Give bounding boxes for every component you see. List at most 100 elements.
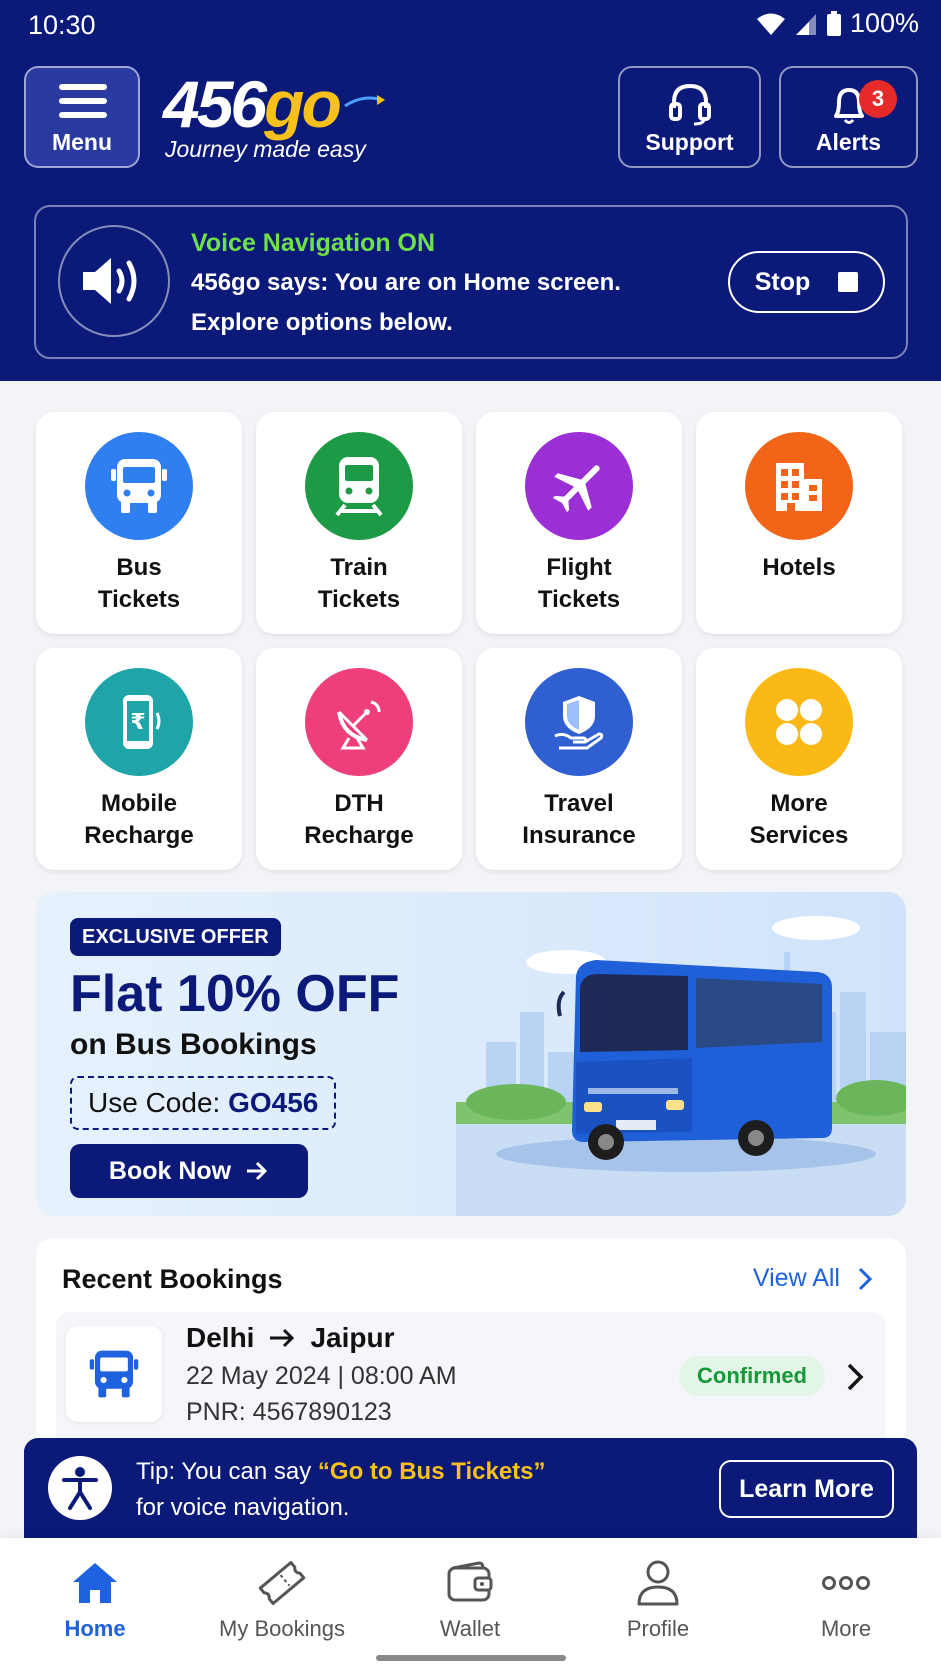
chevron-right-icon xyxy=(858,1267,872,1290)
nav-label: Wallet xyxy=(439,1616,501,1641)
voice-navigation-card: Voice Navigation ON 456go says: You are … xyxy=(34,205,908,359)
service-more-services[interactable]: More Services xyxy=(696,648,902,870)
service-label: Services xyxy=(749,822,849,849)
route-from: Delhi xyxy=(186,1322,255,1353)
bottom-navigation: Home My Bookings Wallet Profile More xyxy=(0,1538,941,1672)
home-indicator[interactable] xyxy=(376,1655,566,1661)
book-now-label: Book Now xyxy=(108,1156,232,1185)
service-bus-tickets[interactable]: Bus Tickets xyxy=(36,412,242,634)
support-button[interactable]: Support xyxy=(618,66,761,168)
booking-datetime: 22 May 2024 | 08:00 AM xyxy=(186,1362,457,1390)
view-all-label: View All xyxy=(752,1264,840,1292)
mobile-recharge-icon: ₹ xyxy=(85,668,193,776)
battery-level: 100% xyxy=(849,8,919,38)
service-mobile-recharge[interactable]: ₹ Mobile Recharge xyxy=(36,648,242,870)
more-dots-icon xyxy=(766,1556,926,1610)
service-hotels[interactable]: Hotels xyxy=(696,412,902,634)
bus-illustration xyxy=(456,916,906,1216)
nav-more[interactable]: More xyxy=(766,1556,926,1642)
stop-icon xyxy=(838,272,859,292)
status-badge: Confirmed xyxy=(679,1356,825,1396)
battery-icon xyxy=(826,10,842,37)
nav-label: Profile xyxy=(626,1616,690,1641)
section-title: Recent Bookings xyxy=(62,1264,283,1294)
service-label: Travel xyxy=(544,790,614,817)
service-label: Tickets xyxy=(537,586,621,613)
hotel-icon xyxy=(745,432,853,540)
offer-subtitle: on Bus Bookings xyxy=(70,1028,317,1061)
nav-wallet[interactable]: Wallet xyxy=(390,1556,550,1642)
arrow-right-icon xyxy=(247,1161,268,1181)
voice-status-title: Voice Navigation ON xyxy=(191,229,436,257)
status-time: 10:30 xyxy=(28,10,96,40)
nav-label: Home xyxy=(64,1616,126,1641)
alerts-button[interactable]: 3 Alerts xyxy=(779,66,918,168)
tip-text-line1: Tip: You can say “Go to Bus Tickets” xyxy=(136,1458,546,1486)
service-label: Insurance xyxy=(522,822,636,849)
bus-icon xyxy=(66,1326,162,1422)
profile-icon xyxy=(578,1556,738,1610)
service-label: Recharge xyxy=(304,822,414,849)
status-bar: 10:30 100% xyxy=(0,0,941,50)
tip-text-line2: for voice navigation. xyxy=(136,1494,350,1521)
status-icons: 100% xyxy=(756,8,919,39)
offer-banner[interactable]: EXCLUSIVE OFFER Flat 10% OFF on Bus Book… xyxy=(36,892,906,1216)
promo-code: Use Code: GO456 xyxy=(70,1076,337,1130)
nav-home[interactable]: Home xyxy=(15,1556,175,1642)
menu-label: Menu xyxy=(51,129,113,155)
service-travel-insurance[interactable]: Travel Insurance xyxy=(476,648,682,870)
logo-swoosh-icon xyxy=(344,95,385,108)
signal-icon xyxy=(794,12,818,36)
insurance-shield-icon xyxy=(525,668,633,776)
offer-title: Flat 10% OFF xyxy=(70,965,400,1023)
nav-label: My Bookings xyxy=(219,1616,345,1641)
offer-tag: EXCLUSIVE OFFER xyxy=(70,918,281,956)
bus-icon xyxy=(85,432,193,540)
voice-message-line1: 456go says: You are on Home screen. xyxy=(191,269,621,296)
service-flight-tickets[interactable]: Flight Tickets xyxy=(476,412,682,634)
promo-code-value: GO456 xyxy=(228,1087,319,1118)
tip-phrase: “Go to Bus Tickets” xyxy=(317,1458,546,1485)
book-now-button[interactable]: Book Now xyxy=(70,1144,308,1198)
view-all-link[interactable]: View All xyxy=(753,1264,872,1293)
learn-more-button[interactable]: Learn More xyxy=(719,1460,894,1518)
logo-tagline: Journey made easy xyxy=(165,136,366,162)
logo-text-accent: go xyxy=(264,67,342,141)
alerts-label: Alerts xyxy=(815,129,882,155)
voice-tip-banner: Tip: You can say “Go to Bus Tickets” for… xyxy=(24,1438,917,1538)
booking-pnr: PNR: 4567890123 xyxy=(186,1398,392,1426)
menu-button[interactable]: Menu xyxy=(24,66,140,168)
arrow-right-icon xyxy=(270,1328,295,1348)
satellite-dish-icon xyxy=(305,668,413,776)
alerts-count-badge: 3 xyxy=(859,80,897,118)
service-label: Hotels xyxy=(762,554,836,581)
chevron-right-icon xyxy=(847,1363,864,1391)
wifi-icon xyxy=(756,12,786,36)
service-label: Bus xyxy=(116,554,162,581)
support-label: Support xyxy=(645,129,734,155)
service-label: Recharge xyxy=(84,822,194,849)
service-label: DTH xyxy=(334,790,384,817)
svg-text:₹: ₹ xyxy=(130,710,145,735)
service-label: Train xyxy=(330,554,388,581)
stop-voice-button[interactable]: Stop xyxy=(728,251,885,313)
speaker-icon xyxy=(58,225,170,337)
app-logo: 456go Journey made easy xyxy=(163,66,413,166)
service-label: More xyxy=(770,790,828,817)
booking-route: Delhi Jaipur xyxy=(186,1322,395,1354)
nav-profile[interactable]: Profile xyxy=(578,1556,738,1642)
hamburger-icon xyxy=(59,84,107,126)
wallet-icon xyxy=(390,1556,550,1610)
service-dth-recharge[interactable]: DTH Recharge xyxy=(256,648,462,870)
recent-bookings-section: Recent Bookings View All Delhi Jaipur 22… xyxy=(36,1238,906,1472)
service-label: Mobile xyxy=(101,790,177,817)
service-label: Tickets xyxy=(317,586,401,613)
promo-code-prefix: Use Code: xyxy=(88,1087,229,1118)
service-label: Flight xyxy=(546,554,612,581)
route-to: Jaipur xyxy=(310,1322,395,1353)
logo-text: 456 xyxy=(163,67,267,141)
service-train-tickets[interactable]: Train Tickets xyxy=(256,412,462,634)
nav-my-bookings[interactable]: My Bookings xyxy=(202,1556,362,1642)
accessibility-icon xyxy=(48,1456,112,1520)
stop-label: Stop xyxy=(754,267,811,296)
